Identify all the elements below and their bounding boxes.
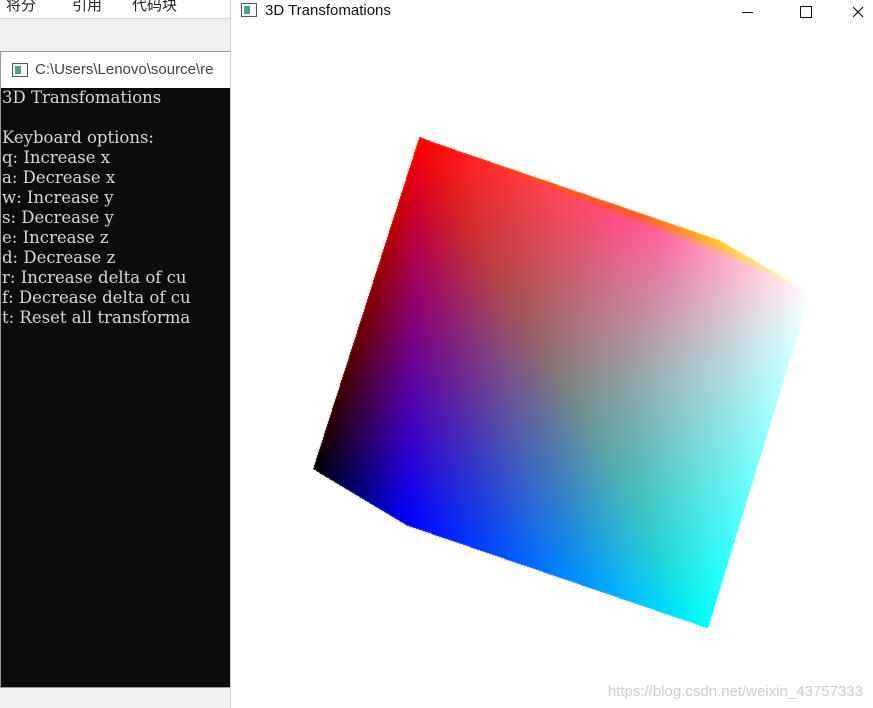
console-line: e: Increase z (2, 228, 109, 247)
console-line: f: Decrease delta of cu (2, 288, 191, 307)
background-menu-item: 将分 (6, 0, 37, 14)
background-menu-strip: 将分 引用 代码块 (0, 0, 240, 19)
gl-titlebar[interactable]: 3D Transfomations (231, 0, 873, 31)
gl-app-icon (241, 3, 257, 17)
console-title: C:\Users\Lenovo\source\re (35, 61, 214, 78)
console-line: r: Increase delta of cu (2, 268, 187, 287)
console-line: a: Decrease x (2, 168, 116, 187)
maximize-icon (800, 6, 812, 18)
console-line: s: Decrease y (2, 208, 114, 227)
maximize-button[interactable] (783, 0, 829, 24)
minimize-button[interactable] (724, 0, 770, 24)
console-line: q: Increase x (2, 148, 111, 167)
gl-window[interactable]: 3D Transfomations (230, 0, 873, 708)
console-text: 3D Transfomations Keyboard options: q: I… (1, 88, 231, 328)
console-titlebar[interactable]: C:\Users\Lenovo\source\re (1, 52, 231, 89)
console-window[interactable]: C:\Users\Lenovo\source\re 3D Transfomati… (0, 51, 232, 688)
console-line: 3D Transfomations (2, 88, 162, 107)
background-menu-item: 引用 (72, 0, 103, 14)
console-line: t: Reset all transforma (2, 308, 191, 327)
close-icon (852, 6, 864, 18)
close-button[interactable] (842, 0, 873, 24)
rendered-color-cube[interactable] (231, 30, 873, 708)
gl-title: 3D Transfomations (265, 2, 391, 19)
console-line: w: Increase y (2, 188, 114, 207)
minimize-icon (741, 11, 753, 13)
console-line: d: Decrease z (2, 248, 116, 267)
console-output: 3D Transfomations Keyboard options: q: I… (1, 88, 231, 687)
background-menu-item: 代码块 (132, 0, 178, 14)
console-line: Keyboard options: (2, 128, 154, 147)
watermark: https://blog.csdn.net/weixin_43757333 (607, 683, 863, 700)
console-app-icon (12, 63, 28, 77)
